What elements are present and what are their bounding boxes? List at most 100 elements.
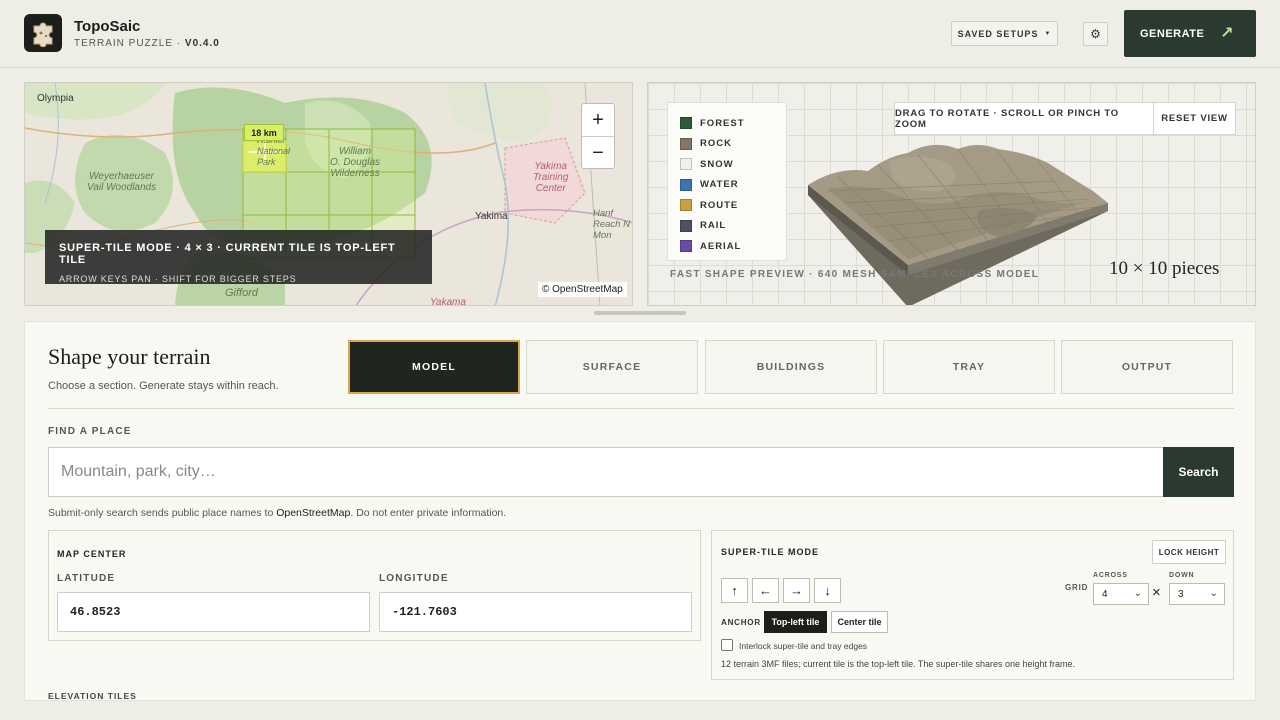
settings-button[interactable]: ⚙ — [1083, 22, 1108, 46]
legend-label: RAIL — [700, 220, 727, 232]
map-attribution[interactable]: © OpenStreetMap — [538, 282, 627, 297]
zoom-in-button[interactable]: + — [582, 104, 614, 137]
pan-up-button[interactable]: ↑ — [721, 578, 748, 603]
generate-button[interactable]: GENERATE ↗ — [1124, 10, 1256, 57]
legend-swatch — [680, 117, 692, 130]
map-label-hanford: Hanf Reach N Mon — [593, 208, 630, 241]
settings-panel: Shape your terrain Choose a section. Gen… — [24, 321, 1256, 701]
section-divider — [48, 408, 1234, 409]
saved-setups-label: SAVED SETUPS — [957, 28, 1039, 39]
legend-item-water: WATER — [680, 175, 774, 196]
legend-item-rock: ROCK — [680, 134, 774, 155]
super-tile-note: 12 terrain 3MF files; current tile is th… — [721, 659, 1075, 669]
anchor-label: ANCHOR — [721, 618, 761, 627]
privacy-note-post: . Do not enter private information. — [350, 507, 507, 519]
arrow-down-icon: ↓ — [824, 583, 831, 598]
legend-label: ROUTE — [700, 199, 739, 211]
anchor-top-left-button[interactable]: Top-left tile — [764, 611, 827, 633]
legend-swatch — [680, 199, 692, 212]
legend-item-route: ROUTE — [680, 195, 774, 216]
map-label-yakama: Yakama — [430, 297, 466, 306]
interlock-label: Interlock super-tile and tray edges — [739, 641, 868, 651]
zoom-out-button[interactable]: − — [582, 137, 614, 170]
tab-model[interactable]: MODEL — [348, 340, 520, 394]
legend-label: AERIAL — [700, 240, 742, 252]
caret-down-icon: ▼ — [1044, 30, 1052, 37]
pan-left-button[interactable]: ← — [752, 578, 779, 603]
down-label: DOWN — [1169, 572, 1195, 579]
legend-label: WATER — [700, 179, 739, 191]
map-center-title: MAP CENTER — [57, 549, 127, 559]
reset-view-button[interactable]: RESET VIEW — [1153, 102, 1236, 135]
generate-label: GENERATE — [1140, 27, 1205, 40]
zoom-control: + − — [581, 103, 615, 169]
latitude-label: LATITUDE — [57, 573, 116, 584]
arrow-right-icon: → — [790, 583, 803, 598]
app-name: TopoSaic — [74, 18, 141, 35]
terrain-model[interactable] — [798, 141, 1118, 306]
super-tile-box: SUPER-TILE MODE LOCK HEIGHT ↑ ← → ↓ GRID… — [711, 530, 1234, 680]
legend-item-aerial: AERIAL — [680, 236, 774, 257]
anchor-center-button[interactable]: Center tile — [831, 611, 888, 633]
scale-badge: 18 km — [244, 124, 284, 141]
across-value: 4 — [1102, 588, 1108, 600]
interlock-checkbox[interactable] — [721, 639, 733, 651]
tab-output[interactable]: OUTPUT — [1061, 340, 1233, 394]
times-symbol: × — [1152, 584, 1161, 601]
super-tile-title: SUPER-TILE MODE — [721, 547, 820, 557]
privacy-note-pre: Submit-only search sends public place na… — [48, 507, 277, 519]
puzzle-logo-icon — [33, 22, 53, 47]
chevron-down-icon: ⌄ — [1209, 588, 1218, 599]
tab-tray[interactable]: TRAY — [883, 340, 1055, 394]
across-label: ACROSS — [1093, 572, 1128, 579]
drag-rotate-hint: DRAG TO ROTATE · SCROLL OR PINCH TO ZOOM — [894, 102, 1154, 135]
arrow-up-icon: ↑ — [731, 583, 738, 598]
legend-swatch — [680, 240, 692, 253]
pan-down-button[interactable]: ↓ — [814, 578, 841, 603]
tab-buildings[interactable]: BUILDINGS — [705, 340, 877, 394]
lock-height-button[interactable]: LOCK HEIGHT — [1152, 540, 1226, 564]
preview-3d-view[interactable]: FOREST ROCK SNOW WATER ROUTE RAIL AERIAL DRAG … — [647, 82, 1256, 306]
elevation-tiles-label: ELEVATION TILES — [48, 691, 137, 701]
super-tile-overlay: SUPER-TILE MODE · 4 × 3 · CURRENT TILE I… — [45, 230, 432, 284]
app-subtitle: TERRAIN PUZZLE · V0.4.0 — [74, 38, 220, 49]
legend-swatch — [680, 137, 692, 150]
map-label-yakima-training: Yakima Training Center — [533, 161, 569, 194]
place-search-input[interactable] — [48, 447, 1164, 497]
legend-label: ROCK — [700, 138, 732, 150]
saved-setups-button[interactable]: SAVED SETUPS ▼ — [951, 21, 1058, 46]
panel-resize-handle[interactable] — [594, 311, 686, 315]
panel-title: Shape your terrain — [48, 344, 211, 369]
arrow-up-right-icon: ↗ — [1220, 25, 1234, 42]
map-label-weyerhaeuser: Weyerhaeuser Vail Woodlands — [87, 171, 157, 193]
arrow-left-icon: ← — [759, 583, 772, 598]
legend-swatch — [680, 219, 692, 232]
legend-swatch — [680, 158, 692, 171]
search-button[interactable]: Search — [1163, 447, 1234, 497]
across-select[interactable]: 4 ⌄ — [1093, 583, 1149, 605]
overlay-hint: ARROW KEYS PAN · SHIFT FOR BIGGER STEPS — [59, 274, 297, 284]
legend-item-forest: FOREST — [680, 113, 774, 134]
map-view[interactable]: Olympia Weyerhaeuser Vail Woodlands Rain… — [24, 82, 633, 306]
find-place-label: FIND A PLACE — [48, 426, 132, 437]
legend-item-rail: RAIL — [680, 216, 774, 237]
map-label-olympia: Olympia — [37, 93, 74, 104]
map-legend: FOREST ROCK SNOW WATER ROUTE RAIL AERIAL — [667, 102, 787, 261]
latitude-input[interactable] — [57, 592, 370, 632]
grid-label: GRID — [1065, 583, 1089, 592]
down-select[interactable]: 3 ⌄ — [1169, 583, 1225, 605]
tab-surface[interactable]: SURFACE — [526, 340, 698, 394]
app-subtitle-prefix: TERRAIN PUZZLE · — [74, 38, 185, 49]
legend-swatch — [680, 178, 692, 191]
longitude-input[interactable] — [379, 592, 692, 632]
gear-icon: ⚙ — [1090, 27, 1101, 41]
down-value: 3 — [1178, 588, 1184, 600]
panel-subtitle: Choose a section. Generate stays within … — [48, 380, 279, 392]
openstreetmap-link[interactable]: OpenStreetMap — [276, 507, 350, 519]
map-label-gifford: Gifford — [225, 287, 259, 299]
map-center-box: MAP CENTER LATITUDE LONGITUDE — [48, 530, 701, 641]
pan-right-button[interactable]: → — [783, 578, 810, 603]
longitude-label: LONGITUDE — [379, 573, 449, 584]
app-header: TopoSaic TERRAIN PUZZLE · V0.4.0 SAVED S… — [0, 0, 1280, 68]
legend-label: FOREST — [700, 117, 745, 129]
